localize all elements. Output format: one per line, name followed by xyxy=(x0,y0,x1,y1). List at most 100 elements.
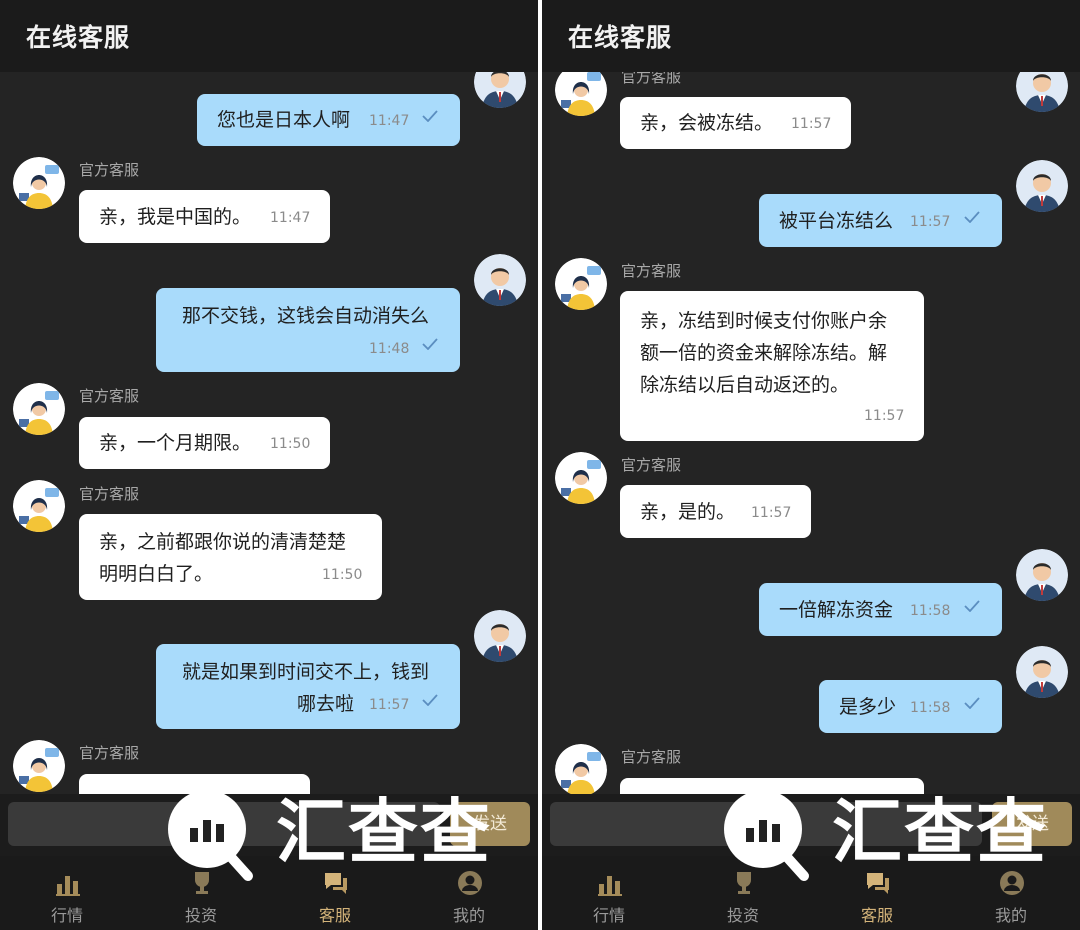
input-bar: 发送 xyxy=(542,794,1080,856)
send-button[interactable]: 发送 xyxy=(992,802,1072,846)
input-bar: 发送 xyxy=(0,794,538,856)
user-avatar[interactable] xyxy=(1016,160,1068,212)
message-time: 11:57 xyxy=(751,505,792,521)
tab-invest[interactable]: 投资 xyxy=(134,856,268,930)
user-avatar[interactable] xyxy=(474,254,526,306)
user-message-bubble[interactable]: 就是如果到时间交不上，钱到 哪去啦 11:57 xyxy=(156,644,460,729)
tab-service[interactable]: 客服 xyxy=(268,856,402,930)
sender-name: 官方客服 xyxy=(621,262,682,280)
message-text: 亲，是的。 xyxy=(640,501,736,523)
agent-avatar[interactable] xyxy=(555,452,607,504)
agent-avatar[interactable] xyxy=(555,72,607,116)
message-time: 11:57 xyxy=(791,116,832,132)
tab-label: 我的 xyxy=(452,906,485,925)
tab-label: 客服 xyxy=(318,906,351,925)
chat-bubbles-icon xyxy=(325,873,347,894)
trophy-icon xyxy=(195,872,209,894)
read-check-icon xyxy=(964,600,980,612)
read-check-icon xyxy=(964,211,980,223)
message-list[interactable]: 您也是日本人啊 11:47 官方客服 亲，我是中国的。 11:47 那不交钱，这… xyxy=(0,72,538,794)
message-time: 11:58 xyxy=(910,603,951,619)
agent-message-bubble[interactable]: 亲，冻结到时候支付你账户余 额一倍的资金来解除冻结。解 除冻结以后自动返还的。 … xyxy=(620,291,924,441)
agent-message-bubble[interactable]: 亲，一个月期限。 11:50 xyxy=(79,417,330,469)
message-text: 是多少 xyxy=(839,696,897,718)
agent-message-bubble[interactable] xyxy=(79,774,310,794)
user-message-bubble[interactable]: 您也是日本人啊 11:47 xyxy=(197,94,460,146)
send-button[interactable]: 发送 xyxy=(450,802,530,846)
message-input[interactable] xyxy=(8,802,440,846)
tab-label: 投资 xyxy=(184,906,217,925)
agent-message-bubble[interactable]: 亲，我是中国的。 11:47 xyxy=(79,190,330,243)
bottom-tab-bar: 行情 投资 客服 我的 xyxy=(542,856,1080,930)
user-icon xyxy=(458,871,482,895)
agent-avatar[interactable] xyxy=(13,383,65,435)
user-message-bubble[interactable]: 被平台冻结么 11:57 xyxy=(759,194,1002,247)
message-text-line: 亲，冻结到时候支付你账户余 xyxy=(640,310,888,332)
read-check-icon xyxy=(422,110,438,122)
message-time: 11:47 xyxy=(270,210,311,226)
sender-name: 官方客服 xyxy=(79,744,140,762)
message-time: 11:47 xyxy=(369,113,410,129)
agent-message-bubble[interactable]: 亲，会被冻结。 11:57 xyxy=(620,97,851,149)
message-time: 11:57 xyxy=(910,214,951,230)
agent-message-bubble[interactable]: 亲，是的。 11:57 xyxy=(620,485,811,538)
sender-name: 官方客服 xyxy=(79,485,140,503)
page-title: 在线客服 xyxy=(568,23,673,52)
message-time: 11:57 xyxy=(864,408,905,424)
tab-market[interactable]: 行情 xyxy=(542,856,676,930)
right-chat-screen: 在线客服 官方客服 亲，会被冻结。 11:57 被平台冻结么 11:57 官方客… xyxy=(542,0,1080,930)
message-text: 被平台冻结么 xyxy=(779,210,894,232)
agent-avatar[interactable] xyxy=(555,744,607,794)
agent-avatar[interactable] xyxy=(555,258,607,310)
tab-invest[interactable]: 投资 xyxy=(676,856,810,930)
agent-message-bubble[interactable]: 亲，之前都跟你说的清清楚楚 明明白白了。 11:50 xyxy=(79,514,382,600)
tab-label: 我的 xyxy=(994,906,1027,925)
chart-bars-icon xyxy=(56,876,80,896)
user-message-bubble[interactable]: 那不交钱，这钱会自动消失么 11:48 xyxy=(156,288,460,372)
user-avatar[interactable] xyxy=(474,610,526,662)
agent-message-bubble[interactable] xyxy=(620,778,924,794)
message-input[interactable] xyxy=(550,802,982,846)
agent-avatar[interactable] xyxy=(13,740,65,792)
message-text-line: 除冻结以后自动返还的。 xyxy=(640,374,850,396)
tab-market[interactable]: 行情 xyxy=(0,856,134,930)
sender-name: 官方客服 xyxy=(79,387,140,405)
agent-avatar[interactable] xyxy=(13,157,65,209)
agent-avatar[interactable] xyxy=(13,480,65,532)
message-text-line: 哪去啦 xyxy=(297,693,355,715)
sender-name: 官方客服 xyxy=(621,748,682,766)
message-text: 一倍解冻资金 xyxy=(779,599,894,621)
left-chat-screen: 在线客服 您也是日本人啊 11:47 官方客服 亲，我是中国的。 11:47 那… xyxy=(0,0,538,930)
tab-mine[interactable]: 我的 xyxy=(402,856,536,930)
chat-header: 在线客服 xyxy=(0,0,538,72)
tab-label: 行情 xyxy=(592,906,625,925)
tab-label: 行情 xyxy=(50,906,83,925)
tab-mine[interactable]: 我的 xyxy=(944,856,1078,930)
chat-bubbles-icon xyxy=(867,873,889,894)
read-check-icon xyxy=(964,697,980,709)
sender-name: 官方客服 xyxy=(621,72,682,86)
message-text: 亲，会被冻结。 xyxy=(640,112,774,134)
chat-header: 在线客服 xyxy=(542,0,1080,72)
user-icon xyxy=(1000,871,1024,895)
read-check-icon xyxy=(422,338,438,350)
message-list[interactable]: 官方客服 亲，会被冻结。 11:57 被平台冻结么 11:57 官方客服 亲，冻… xyxy=(542,72,1080,794)
message-text: 亲，一个月期限。 xyxy=(99,432,252,454)
user-avatar[interactable] xyxy=(1016,646,1068,698)
bottom-tab-bar: 行情 投资 客服 我的 xyxy=(0,856,538,930)
user-message-bubble[interactable]: 一倍解冻资金 11:58 xyxy=(759,583,1002,636)
sender-name: 官方客服 xyxy=(621,456,682,474)
message-text-line: 亲，之前都跟你说的清清楚楚 xyxy=(99,531,347,553)
tab-label: 投资 xyxy=(726,906,759,925)
trophy-icon xyxy=(737,872,751,894)
user-avatar[interactable] xyxy=(1016,549,1068,601)
message-text-line: 明明白白了。 xyxy=(99,563,214,585)
message-text: 那不交钱，这钱会自动消失么 xyxy=(182,305,430,327)
tab-service[interactable]: 客服 xyxy=(810,856,944,930)
user-avatar[interactable] xyxy=(474,72,526,108)
user-avatar[interactable] xyxy=(1016,72,1068,112)
sender-name: 官方客服 xyxy=(79,161,140,179)
message-time: 11:58 xyxy=(910,700,951,716)
user-message-bubble[interactable]: 是多少 11:58 xyxy=(819,680,1002,733)
message-time: 11:50 xyxy=(322,567,363,583)
